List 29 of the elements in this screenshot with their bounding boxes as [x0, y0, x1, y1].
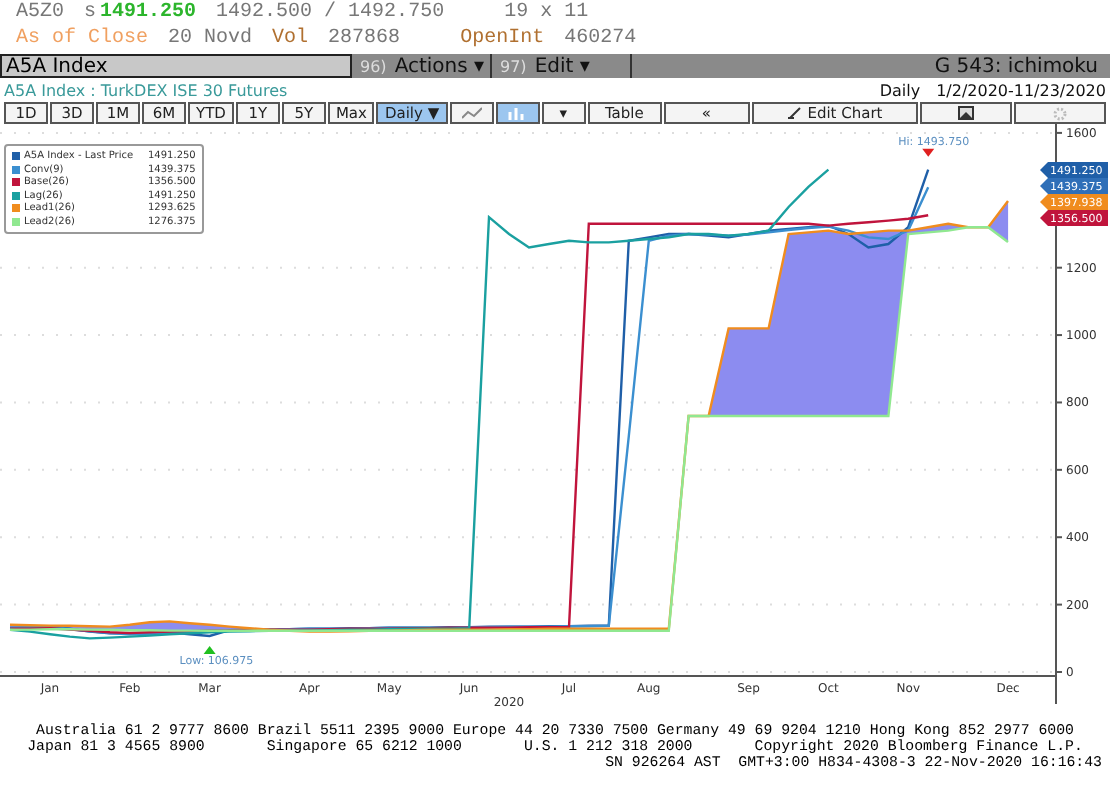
edit-icon	[787, 106, 804, 120]
toolbar-button[interactable]	[495, 102, 540, 124]
security-name: A5A Index : TurkDEX ISE 30 Futures	[4, 81, 288, 99]
close-date: 20 Novd	[168, 28, 253, 50]
toolbar-button[interactable]	[920, 102, 1013, 124]
volume-label: Vol	[272, 28, 309, 50]
image-icon	[958, 106, 975, 120]
toolbar-button[interactable]	[1014, 102, 1106, 124]
trade-size: 19 x 11	[504, 2, 589, 24]
settings-icon	[1052, 105, 1069, 121]
low-marker-icon	[203, 645, 216, 654]
last-price: 1491.250	[100, 2, 197, 24]
ticker: A5Z0	[16, 2, 65, 24]
bar-chart-icon	[508, 106, 527, 120]
menu-button[interactable]: 96) Actions ▾	[352, 54, 492, 78]
open-interest-label: OpenInt	[460, 28, 545, 50]
line-chart-icon	[461, 106, 482, 120]
security-field[interactable]: A5A Index	[0, 54, 352, 78]
high-marker-icon	[922, 148, 935, 157]
as-of-close-label: As of Close	[16, 28, 149, 50]
open-interest-value: 460274	[564, 28, 637, 50]
price-source-label: s	[84, 2, 97, 24]
toolbar-button[interactable]	[449, 102, 494, 124]
menu-button[interactable]: 97) Edit ▾	[492, 54, 632, 78]
frequency-label: Daily	[879, 81, 921, 99]
volume-value: 287868	[328, 28, 401, 50]
bid-ask: 1492.500 / 1492.750	[216, 2, 445, 24]
date-range: 1/2/2020-11/23/2020	[936, 81, 1106, 99]
function-title: G 543: ichimoku	[934, 54, 1100, 78]
